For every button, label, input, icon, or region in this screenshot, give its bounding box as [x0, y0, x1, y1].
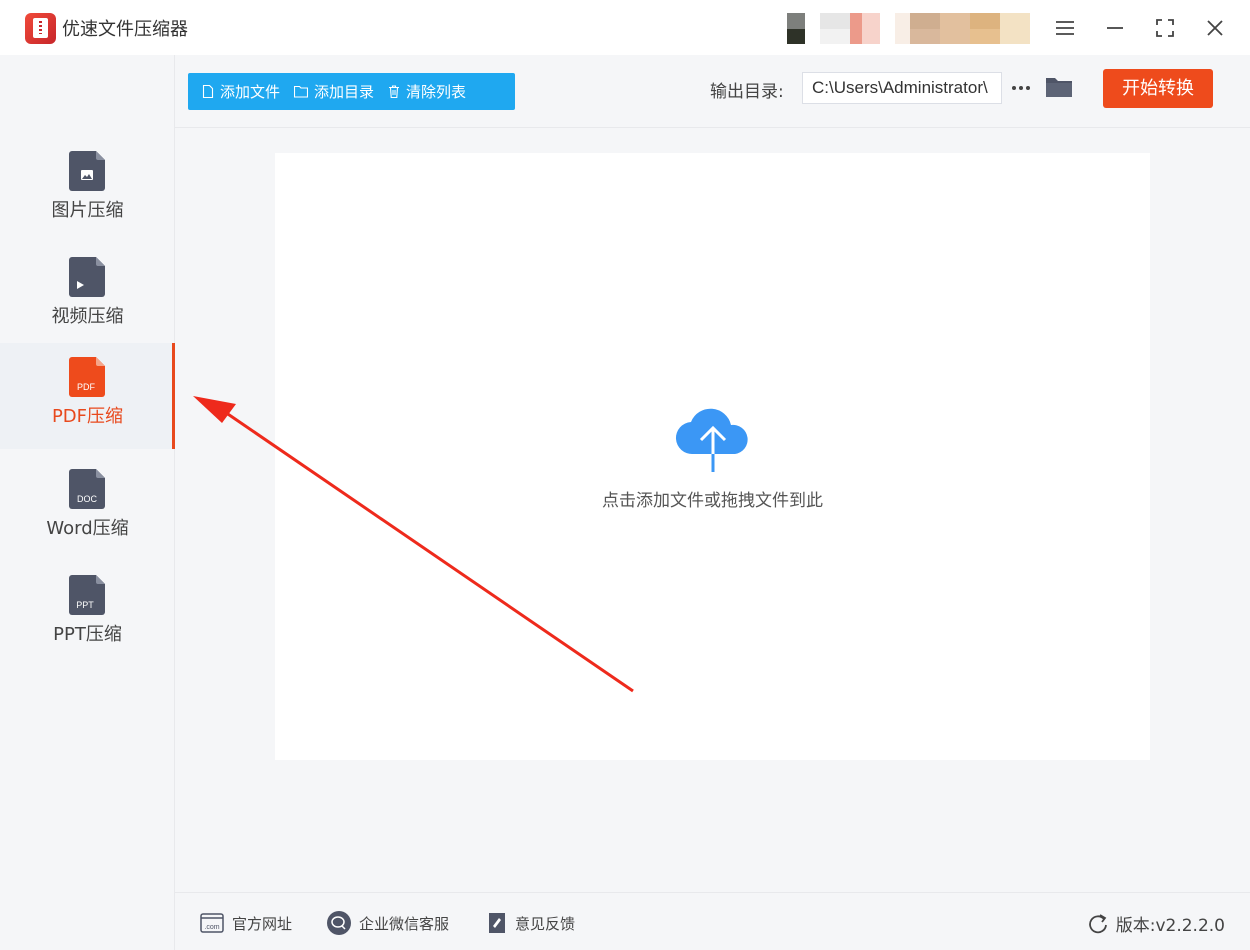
fullscreen-icon [1156, 19, 1174, 37]
add-file-button[interactable]: 添加文件 [188, 73, 280, 110]
version-info[interactable]: 版本:v2.2.2.0 [1088, 911, 1225, 936]
wechat-icon [327, 911, 351, 935]
clear-list-button[interactable]: 清除列表 [374, 73, 466, 110]
add-directory-button[interactable]: 添加目录 [280, 73, 374, 110]
output-dir-label: 输出目录: [710, 82, 784, 102]
website-icon: .com [200, 913, 224, 933]
toolbar: 添加文件 添加目录 清除列表 输出目录: C:\Users\Administra… [175, 55, 1250, 128]
sidebar-item-label: PPT压缩 [53, 624, 122, 645]
maximize-button[interactable] [1149, 12, 1181, 44]
svg-text:PDF: PDF [77, 382, 96, 392]
feedback-link[interactable]: 意见反馈 [487, 911, 575, 935]
output-dir-input[interactable]: C:\Users\Administrator\ [802, 72, 1002, 104]
drop-hint-text: 点击添加文件或拖拽文件到此 [602, 491, 823, 511]
minimize-icon [1107, 27, 1123, 29]
add-file-label: 添加文件 [220, 83, 281, 101]
image-file-icon [69, 151, 105, 191]
ppt-file-icon: PPT [69, 575, 105, 615]
video-file-icon [69, 257, 105, 297]
folder-outline-icon [294, 85, 309, 98]
sidebar-item-label: Word压缩 [46, 518, 129, 539]
more-options-icon[interactable] [1009, 73, 1033, 103]
file-icon [202, 85, 214, 98]
sidebar-item-word[interactable]: DOC Word压缩 [0, 455, 175, 561]
sidebar-item-label: PDF压缩 [51, 406, 124, 427]
app-logo-icon [25, 13, 56, 44]
hamburger-icon [1056, 21, 1074, 35]
refresh-icon [1088, 913, 1107, 933]
doc-file-icon: DOC [69, 469, 105, 509]
sidebar-item-video[interactable]: 视频压缩 [0, 243, 175, 349]
close-icon [1207, 20, 1223, 36]
sidebar-item-pdf[interactable]: PDF PDF压缩 [0, 343, 175, 449]
cloud-upload-icon [675, 408, 748, 472]
wechat-service-link[interactable]: 企业微信客服 [327, 911, 449, 935]
svg-text:PPT: PPT [76, 600, 94, 610]
app-title: 优速文件压缩器 [62, 19, 188, 40]
file-button-group: 添加文件 添加目录 清除列表 [188, 73, 515, 110]
start-convert-button[interactable]: 开始转换 [1103, 69, 1213, 108]
pdf-file-icon: PDF [69, 357, 105, 397]
sidebar-item-label: 视频压缩 [51, 306, 124, 327]
sidebar-item-image[interactable]: 图片压缩 [0, 137, 175, 243]
sidebar-item-ppt[interactable]: PPT PPT压缩 [0, 561, 175, 667]
website-link[interactable]: .com 官方网址 [200, 911, 292, 935]
clear-list-label: 清除列表 [406, 83, 467, 101]
close-button[interactable] [1199, 12, 1231, 44]
open-folder-icon[interactable] [1045, 74, 1073, 100]
svg-text:.com: .com [204, 924, 219, 931]
wechat-service-label: 企业微信客服 [359, 914, 450, 933]
user-avatar[interactable] [760, 13, 1032, 44]
feedback-icon [489, 913, 505, 933]
file-drop-zone[interactable]: 点击添加文件或拖拽文件到此 [275, 153, 1150, 760]
footer: .com 官方网址 企业微信客服 意见反馈 版本:v2.2.2.0 [175, 892, 1250, 950]
version-label: 版本:v2.2.2.0 [1115, 916, 1225, 936]
sidebar-item-label: 图片压缩 [51, 200, 124, 221]
feedback-label: 意见反馈 [515, 914, 576, 933]
trash-icon [389, 85, 400, 98]
title-bar: 优速文件压缩器 [0, 0, 1250, 55]
menu-button[interactable] [1049, 12, 1081, 44]
sidebar: 图片压缩 视频压缩 PDF PDF压缩 DOC Word压缩 PPT PPT压缩 [0, 55, 175, 950]
svg-text:DOC: DOC [77, 494, 98, 504]
minimize-button[interactable] [1099, 12, 1131, 44]
add-directory-label: 添加目录 [314, 83, 375, 101]
website-label: 官方网址 [232, 914, 293, 933]
